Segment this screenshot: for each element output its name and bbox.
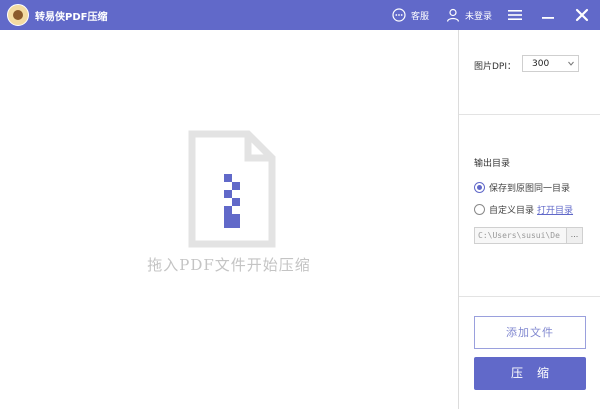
title-bar: 转易侠PDF压缩 客服 未登录 (0, 0, 600, 30)
compress-button[interactable]: 压缩 (474, 357, 586, 390)
customer-service-button[interactable]: 客服 (392, 7, 429, 23)
radio-custom-dir-label: 自定义目录 (489, 205, 535, 216)
chat-bubble-icon (392, 8, 406, 22)
login-button[interactable]: 未登录 (446, 7, 492, 23)
zip-file-icon (188, 130, 276, 248)
output-path-input[interactable]: C:\Users\susui\De (474, 227, 567, 244)
browse-button[interactable]: ... (567, 227, 583, 244)
minimize-icon[interactable] (540, 8, 556, 22)
customer-service-label: 客服 (411, 11, 430, 22)
main-panel: 拖入PDF文件开始压缩 (0, 30, 458, 409)
drop-hint-text: 拖入PDF文件开始压缩 (147, 256, 311, 274)
settings-sidebar: 图片DPI： 300 输出目录 保存到原图同一目录 自定义目录 打开目录 C:\… (458, 30, 600, 409)
app-title: 转易侠PDF压缩 (35, 12, 108, 23)
radio-same-dir-label: 保存到原图同一目录 (489, 183, 571, 194)
chevron-down-icon (568, 61, 574, 66)
logo-mascot-face (13, 10, 23, 20)
dpi-label: 图片DPI： (474, 62, 517, 72)
app-logo-icon (7, 4, 29, 26)
open-dir-link[interactable]: 打开目录 (537, 203, 573, 216)
radio-custom-dir[interactable]: 自定义目录 打开目录 (474, 202, 573, 216)
output-dir-label: 输出目录 (474, 159, 511, 169)
radio-unchecked[interactable] (474, 203, 485, 215)
login-label: 未登录 (465, 11, 493, 22)
file-drop-area[interactable]: 拖入PDF文件开始压缩 (0, 30, 458, 409)
add-file-button[interactable]: 添加文件 (474, 316, 586, 349)
dpi-selected-value: 300 (532, 59, 550, 69)
radio-checked[interactable] (474, 181, 485, 193)
divider (459, 296, 600, 297)
radio-same-dir[interactable]: 保存到原图同一目录 (474, 180, 570, 194)
divider (459, 114, 600, 115)
user-icon (446, 8, 460, 22)
hamburger-menu-icon[interactable] (507, 8, 523, 22)
close-icon[interactable] (574, 7, 590, 23)
dpi-select[interactable]: 300 (522, 55, 579, 72)
